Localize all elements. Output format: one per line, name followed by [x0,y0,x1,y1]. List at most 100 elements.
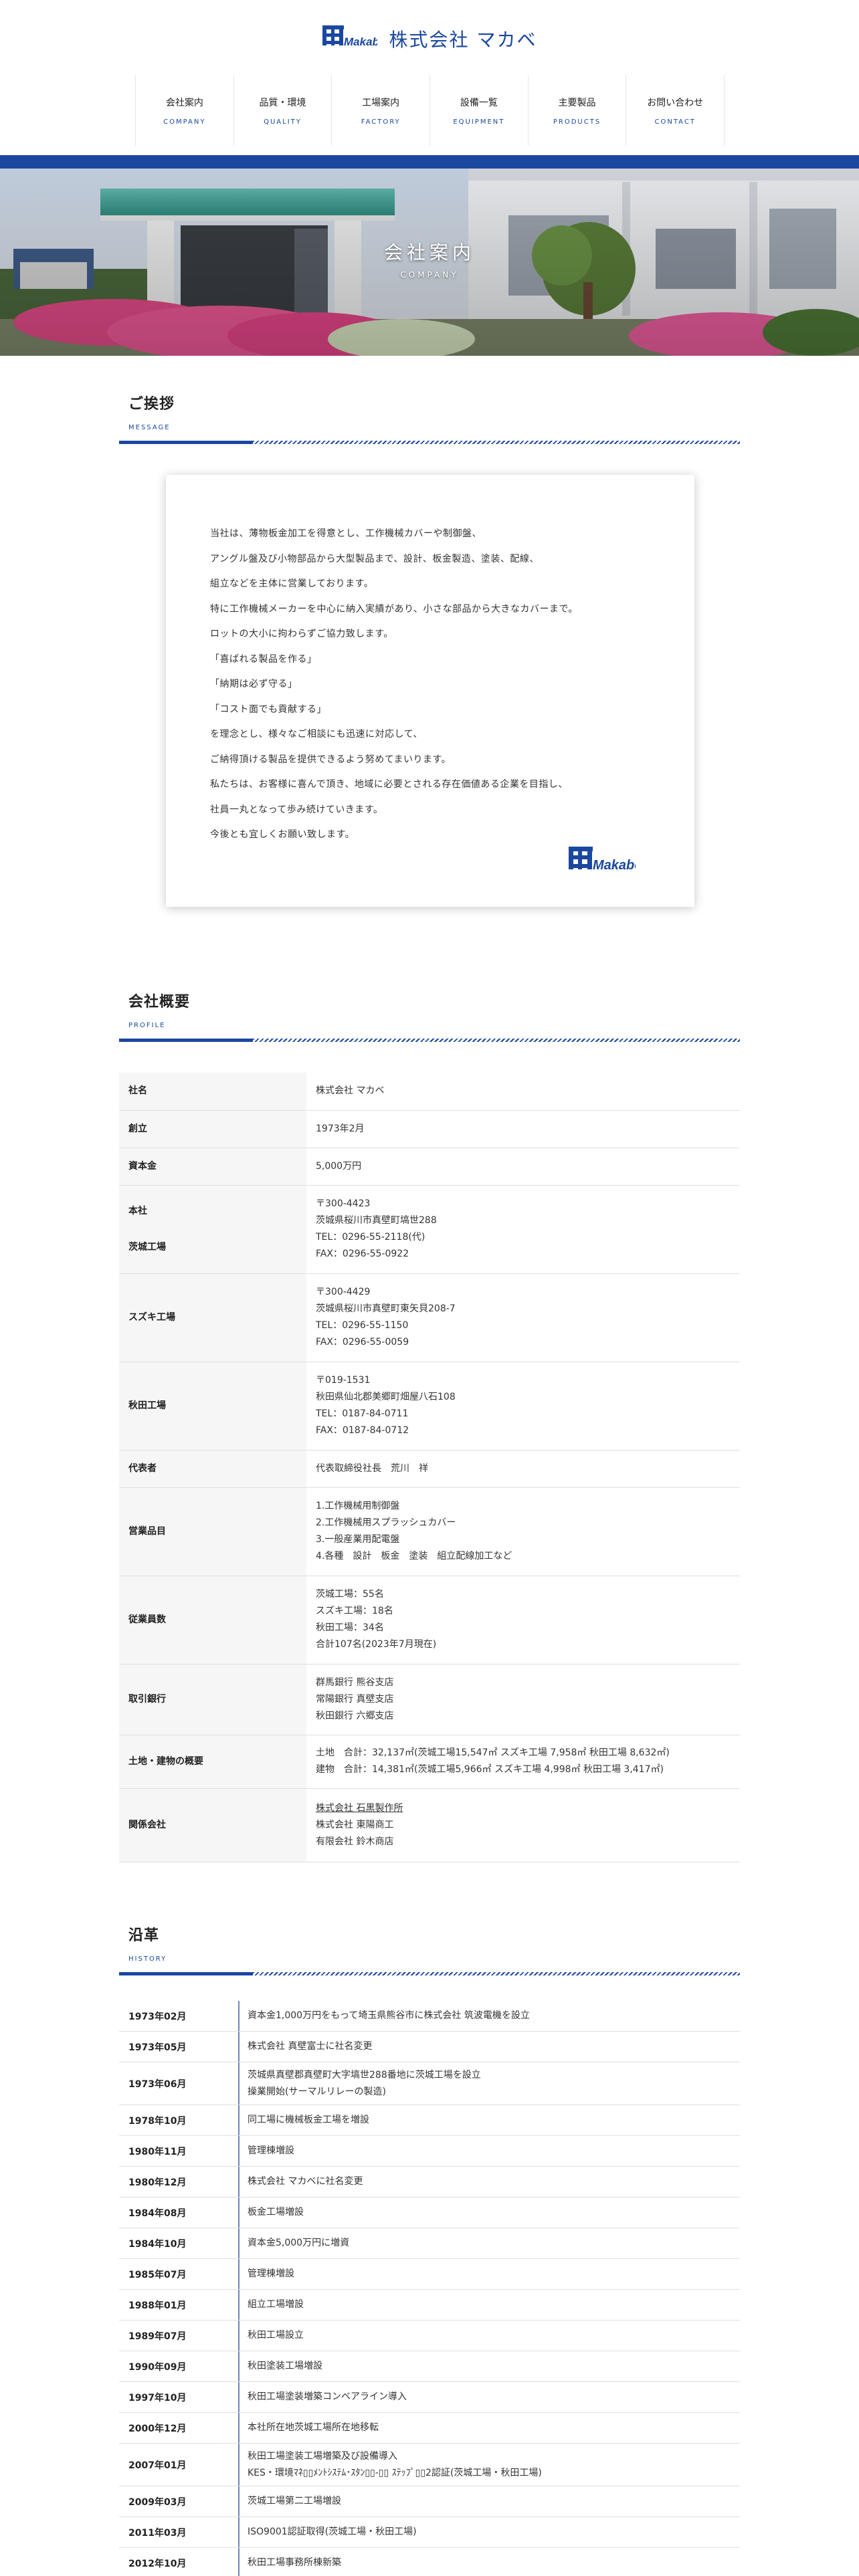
row-label: 従業員数 [119,1576,306,1665]
hero-title: 会社案内 [383,241,475,263]
message-line: 今後とも宜しくお願い致します。 [210,829,355,840]
message-line: ロットの大小に拘わらずご協力致します。 [210,629,393,639]
table-row: 社名 株式会社 マカベ [119,1073,740,1111]
history-text: 秋田工場設立 [248,2330,304,2341]
table-row: 資本金 5,000万円 [119,1148,740,1186]
message-line: 私たちは、お客様に喜んで頂き、地域に必要とされる存在価値ある企業を目指し、 [210,779,568,790]
history-row: 1988年01月 組立工場増設 [119,2290,740,2321]
nav-label: 設備一覧 [460,97,498,108]
history-date: 1985年07月 [119,2259,240,2289]
makabe-logo-icon[interactable]: Makabe [322,25,377,52]
related-company-link[interactable]: 株式会社 石黒製作所 [316,1800,740,1817]
history-text: 同工場に機械板金工場を増設 [248,2115,369,2125]
history-row: 1978年10月 同工場に機械板金工場を増設 [119,2105,740,2136]
section-heading-profile: 会社概要 PROFILE [119,990,740,1043]
row-value: 1973年2月 [306,1110,740,1148]
history-text: ISO9001認証取得(茨城工場・秋田工場) [248,2527,417,2537]
section-title: 沿革 [128,1927,160,1944]
site-title[interactable]: 株式会社 マカベ [389,25,537,52]
nav-item-quality[interactable]: 品質・環境 QUALITY [233,75,332,146]
history-row: 1990年09月 秋田塗装工場増設 [119,2351,740,2382]
row-value: 〒300-4429 茨城県桜川市真壁町東矢貝208-7 TEL：0296-55-… [306,1273,740,1362]
history-date: 1984年10月 [119,2228,240,2258]
nav-label-en: CONTACT [654,118,696,126]
history-row: 1984年08月 板金工場増設 [119,2197,740,2228]
row-value: 群馬銀行 熊谷支店 常陽銀行 真壁支店 秋田銀行 六郷支店 [306,1664,740,1735]
message-line: 特に工作機械メーカーを中心に納入実績があり、小さな部品から大きなカバーまで。 [210,603,578,615]
nav-item-contact[interactable]: お問い合わせ CONTACT [626,75,725,146]
row-value: 茨城工場：55名 スズキ工場：18名 秋田工場：34名 合計107名(2023年… [306,1576,740,1665]
row-value: 〒300-4423 茨城県桜川市真壁町塙世288 TEL：0296-55-211… [306,1185,740,1274]
row-value: 株式会社 マカベ [306,1073,740,1111]
table-row: 創立 1973年2月 [119,1110,740,1148]
row-value: 1.工作機械用制御盤 2.工作機械用スプラッシュカバー 3.一般産業用配電盤 4… [306,1487,740,1576]
history-row: 2011年03月 ISO9001認証取得(茨城工場・秋田工場) [119,2517,740,2548]
hero-subtitle: COMPANY [400,270,459,280]
table-row: スズキ工場 〒300-4429 茨城県桜川市真壁町東矢貝208-7 TEL：02… [119,1273,740,1362]
makabe-logo-icon: Makabe [569,847,636,873]
history-text: 組立工場増設 [248,2299,304,2310]
nav-item-equipment[interactable]: 設備一覧 EQUIPMENT [430,75,529,146]
history-date: 1988年01月 [119,2290,240,2320]
nav-item-company[interactable]: 会社案内 COMPANY [135,75,234,146]
history-date: 1980年12月 [119,2167,240,2197]
history-row: 1984年10月 資本金5,000万円に増資 [119,2228,740,2259]
section-heading-history: 沿革 HISTORY [119,1923,740,1976]
message-line: 「喜ばれる製品を作る」 [210,653,317,665]
message-line: ご納得頂ける製品を提供できるよう努めてまいります。 [210,754,452,765]
site-branding[interactable]: Makabe 株式会社 マカベ [0,25,859,52]
history-row: 1980年12月 株式会社 マカベに社名変更 [119,2167,740,2197]
history-text: 茨城県真壁郡真壁町大字塙世288番地に茨城工場を設立 操業開始(サーマルリレーの… [248,2069,481,2097]
section-rule [119,1972,740,1976]
row-label: 社名 [119,1073,306,1111]
history-row: 2009年03月 茨城工場第二工場増設 [119,2486,740,2517]
row-label: 本社 茨城工場 [119,1185,306,1274]
message-body: 当社は、薄物板金加工を得意とし、工作機械カバーや制御盤、 アングル盤及び小物部品… [210,522,665,848]
row-label: 創立 [119,1110,306,1148]
nav-label-en: QUALITY [264,118,302,126]
history-date: 1978年10月 [119,2105,240,2135]
history-text: 管理棟増設 [248,2268,294,2279]
history-row: 1989年07月 秋田工場設立 [119,2321,740,2351]
history-text: 板金工場増設 [248,2207,304,2218]
row-value: 代表取締役社長 荒川 祥 [306,1450,740,1488]
nav-label-en: FACTORY [361,118,401,126]
history-text: 茨城工場第二工場増設 [248,2496,341,2506]
history-date: 2011年03月 [119,2517,240,2547]
global-nav: 会社案内 COMPANY 品質・環境 QUALITY 工場案内 FACTORY … [135,75,725,146]
history-text: 管理棟増設 [248,2145,294,2156]
history-row: 1985年07月 管理棟増設 [119,2259,740,2290]
table-row: 秋田工場 〒019-1531 秋田県仙北郡美郷町畑屋八石108 TEL：0187… [119,1362,740,1451]
history-date: 1973年06月 [119,2062,240,2105]
message-line: アングル盤及び小物部品から大型製品まで、設計、板金製造、塗装、配線、 [210,553,539,564]
history-text: 資本金1,000万円をもって埼玉県熊谷市に株式会社 筑波電機を設立 [248,2010,530,2021]
table-row: 営業品目 1.工作機械用制御盤 2.工作機械用スプラッシュカバー 3.一般産業用… [119,1487,740,1576]
message-line: 組立などを主体に営業しております。 [210,578,374,589]
profile-table: 社名 株式会社 マカベ 創立 1973年2月 資本金 5,000万円 本社 茨城… [119,1073,740,1862]
history-row: 2012年10月 秋田工場事務所棟新築 [119,2548,740,2576]
table-row: 関係会社 株式会社 石黒製作所 株式会社 東陽商工 有限会社 鈴木商店 [119,1788,740,1862]
nav-label: お問い合わせ [647,97,704,108]
history-list: 1973年02月 資本金1,000万円をもって埼玉県熊谷市に株式会社 筑波電機を… [119,2001,740,2576]
history-text: 秋田工場塗装工場増築及び設備導入 KES・環境ﾏﾈ▯▯ﾒﾝﾄｼｽﾃﾑ･ｽﾀﾝ▯▯… [248,2450,542,2478]
nav-label: 会社案内 [165,97,203,108]
message-line: 「納期は必ず守る」 [210,679,298,689]
history-date: 1980年11月 [119,2136,240,2166]
message-card: 当社は、薄物板金加工を得意とし、工作機械カバーや制御盤、 アングル盤及び小物部品… [166,475,694,907]
nav-label: 主要製品 [558,97,596,108]
nav-item-factory[interactable]: 工場案内 FACTORY [331,75,431,146]
row-label: 営業品目 [119,1487,306,1576]
row-label: 代表者 [119,1450,306,1488]
history-date: 2000年12月 [119,2413,240,2443]
logo-wordmark: Makabe [593,858,636,873]
history-text: 株式会社 真壁富士に社名変更 [248,2041,373,2052]
nav-item-products[interactable]: 主要製品 PRODUCTS [527,75,627,146]
nav-label: 工場案内 [362,97,400,108]
nav-label-en: PRODUCTS [553,118,601,126]
row-label: 秋田工場 [119,1362,306,1451]
section-title-en: HISTORY [128,1955,167,1963]
history-text: 資本金5,000万円に増資 [248,2238,350,2248]
history-row: 1980年11月 管理棟増設 [119,2136,740,2167]
history-date: 2007年01月 [119,2444,240,2486]
row-label: 取引銀行 [119,1664,306,1735]
